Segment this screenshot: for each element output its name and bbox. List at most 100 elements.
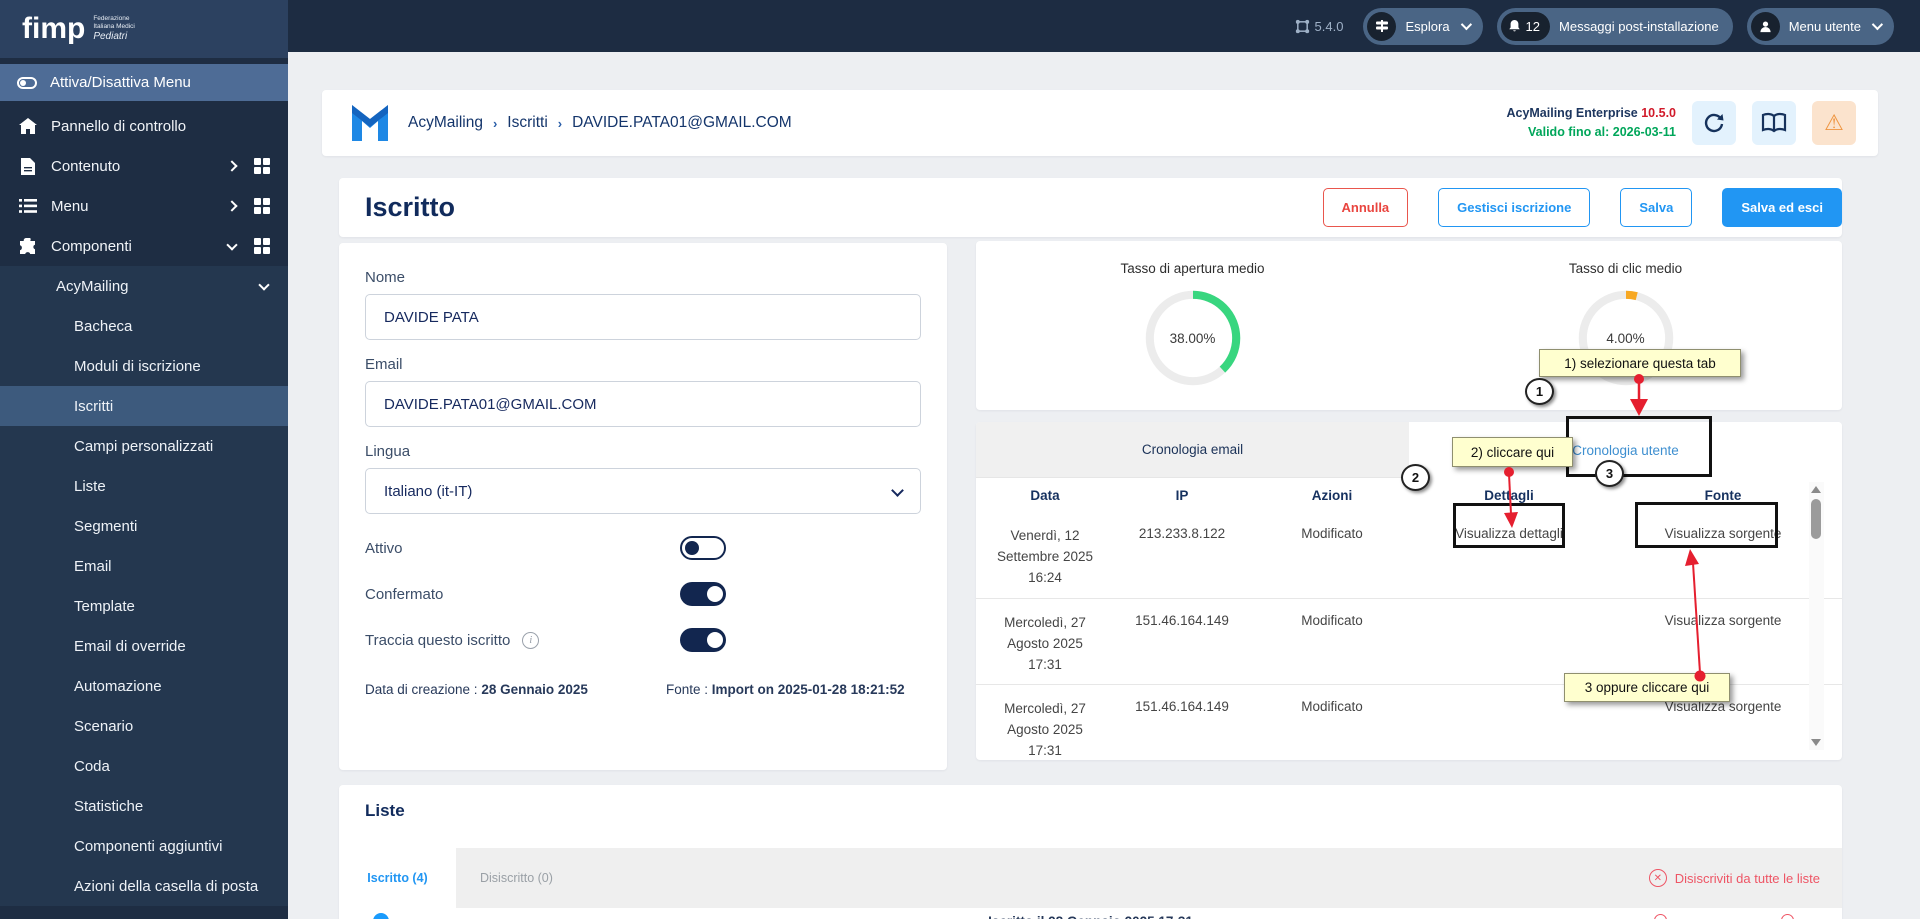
sidebar-item-email[interactable]: Email — [0, 546, 288, 586]
confirmed-toggle[interactable] — [680, 582, 726, 606]
sidebar-item-liste[interactable]: Liste — [0, 466, 288, 506]
sidebar-item-pannello-di-controllo[interactable]: Pannello di controllo — [0, 106, 288, 146]
col-azioni: Azioni — [1311, 488, 1353, 503]
sidebar-item-acymailing[interactable]: AcyMailing — [0, 266, 288, 306]
grid-icon[interactable] — [254, 198, 270, 214]
name-field[interactable] — [365, 294, 921, 340]
highlight-rect-visualizza-sorgente — [1635, 502, 1778, 548]
language-label: Lingua — [365, 443, 411, 460]
circle-x-icon: ✕ — [1648, 869, 1667, 887]
open-rate-title: Tasso di apertura medio — [1120, 261, 1265, 276]
cancel-button[interactable]: Annulla — [1322, 188, 1409, 227]
sidebar-item-segmenti[interactable]: Segmenti — [0, 506, 288, 546]
history-scrollbar[interactable] — [1809, 482, 1824, 750]
joomla-version: 5.4.0 — [1295, 19, 1343, 34]
track-toggle[interactable] — [680, 628, 726, 652]
scroll-up-arrow[interactable] — [1811, 486, 1821, 493]
open-rate-donut: 38.00% — [1139, 284, 1247, 392]
annotation-step3: 3 oppure cliccare qui — [1564, 673, 1730, 702]
col-data: Data — [1030, 488, 1060, 503]
sidebar-item-automazione[interactable]: Automazione — [0, 666, 288, 706]
messages-count: 12 — [1525, 18, 1541, 34]
sidebar-item-contenuto[interactable]: Contenuto — [0, 146, 288, 186]
annotation-step2: 2) cliccare qui — [1452, 437, 1573, 467]
joomla-acymailing-subscriber-page: 5.4.0 Esplora 12 Messaggi post-installaz… — [0, 0, 1920, 919]
grid-icon[interactable] — [254, 158, 270, 174]
user-icon — [1750, 11, 1780, 41]
warning-button[interactable]: ⚠ — [1812, 101, 1856, 145]
view-source-link[interactable]: Visualizza sorgente — [1604, 599, 1842, 636]
sidebar-item-coda[interactable]: Coda — [0, 746, 288, 786]
user-menu-button[interactable]: Menu utente — [1746, 7, 1894, 45]
scroll-down-arrow[interactable] — [1811, 739, 1821, 746]
fimp-logo-text: fimp — [22, 12, 86, 45]
chevron-down-icon — [258, 278, 270, 291]
scrollbar-thumb[interactable] — [1811, 499, 1821, 539]
info-icon[interactable]: i — [522, 631, 540, 649]
language-select[interactable]: Italiano (it-IT) — [365, 468, 921, 514]
toggle-menu-button[interactable]: Attiva/Disattiva Menu — [0, 64, 288, 101]
book-icon — [1761, 112, 1787, 133]
messages-label: Messaggi post-installazione — [1559, 18, 1719, 34]
unsubscribe-all-link[interactable]: ✕ Disiscriviti da tutte le liste — [1648, 869, 1820, 887]
lists-card: Liste Iscritto (4) Disiscritto (0) ✕ Dis… — [339, 785, 1842, 919]
chevron-down-icon — [1460, 18, 1472, 31]
click-rate-title: Tasso di clic medio — [1568, 261, 1683, 276]
grid-icon[interactable] — [254, 238, 270, 254]
sidebar-item-scenario[interactable]: Scenario — [0, 706, 288, 746]
explore-label: Esplora — [1405, 18, 1450, 34]
save-button[interactable]: Salva — [1620, 188, 1693, 227]
sidebar-item-campi-personalizzati[interactable]: Campi personalizzati — [0, 426, 288, 466]
list-icon — [17, 199, 39, 213]
sidebar-item-componenti[interactable]: Componenti — [0, 226, 288, 266]
active-toggle[interactable] — [680, 536, 726, 560]
document-icon — [17, 157, 39, 175]
subscriber-stats-card: Tasso di apertura medio 38.00% Tasso di … — [976, 241, 1842, 410]
documentation-button[interactable] — [1752, 101, 1796, 145]
puzzle-icon — [17, 237, 39, 255]
user-menu-label: Menu utente — [1788, 18, 1861, 34]
tab-cronologia-email[interactable]: Cronologia email — [976, 422, 1409, 478]
manage-subscription-button[interactable]: Gestisci iscrizione — [1438, 188, 1591, 227]
save-and-exit-button[interactable]: Salva ed esci — [1722, 188, 1842, 227]
email-label: Email — [365, 356, 403, 373]
refresh-license-button[interactable] — [1692, 101, 1736, 145]
breadcrumb-separator: › — [557, 115, 563, 131]
sidebar-item-email-di-override[interactable]: Email di override — [0, 626, 288, 666]
click-rate-stat: Tasso di clic medio 4.00% — [1409, 241, 1842, 410]
signpost-icon — [1367, 11, 1397, 41]
sidebar-item-template[interactable]: Template — [0, 586, 288, 626]
subscriber-meta: Data di creazione : 28 Gennaio 2025 Font… — [365, 682, 921, 697]
list-item: Iscritto il 28 Gennaio 2025 17:31 — [339, 908, 1842, 919]
chevron-down-icon — [226, 238, 238, 251]
tab-disiscritto[interactable]: Disiscritto (0) — [480, 871, 553, 885]
sidebar-item-bacheca[interactable]: Bacheca — [0, 306, 288, 346]
email-field[interactable] — [365, 381, 921, 427]
warning-icon: ⚠ — [1824, 110, 1844, 135]
source-label: Fonte : — [666, 682, 712, 697]
sidebar-item-componenti-aggiuntivi[interactable]: Componenti aggiuntivi — [0, 826, 288, 866]
breadcrumb-iscritti-link[interactable]: Iscritti — [507, 114, 547, 132]
sidebar-item-menu[interactable]: Menu — [0, 186, 288, 226]
post-installation-messages-button[interactable]: 12 Messaggi post-installazione — [1496, 7, 1733, 45]
explore-menu-button[interactable]: Esplora — [1363, 7, 1483, 45]
chevron-right-icon — [226, 200, 238, 212]
annotation-step1: 1) selezionare questa tab — [1539, 349, 1741, 377]
source-value: Import on 2025-01-28 18:21:52 — [711, 682, 905, 697]
sidebar-item-azioni-casella-di-posta[interactable]: Azioni della casella di posta — [0, 866, 288, 906]
chevron-right-icon — [226, 160, 238, 172]
annotation-number-1: 1 — [1525, 378, 1554, 405]
tab-iscritto[interactable]: Iscritto (4) — [339, 848, 456, 908]
sidebar-item-statistiche[interactable]: Statistiche — [0, 786, 288, 826]
open-rate-stat: Tasso di apertura medio 38.00% — [976, 241, 1409, 410]
sidebar-item-moduli-di-iscrizione[interactable]: Moduli di iscrizione — [0, 346, 288, 386]
creation-date-label: Data di creazione : — [365, 682, 482, 697]
lists-tabs: Iscritto (4) Disiscritto (0) ✕ Disiscriv… — [339, 848, 1842, 908]
track-label: Traccia questo iscritto i — [365, 631, 680, 649]
subscriber-form-card: Nome Email Lingua Italiano (it-IT) Attiv… — [339, 243, 947, 770]
breadcrumb-separator: › — [492, 115, 498, 131]
refresh-icon — [1704, 113, 1724, 133]
sidebar-item-iscritti[interactable]: Iscritti — [0, 386, 288, 426]
language-selected-value: Italiano (it-IT) — [384, 482, 473, 500]
breadcrumb-acymailing-link[interactable]: AcyMailing — [408, 114, 483, 132]
